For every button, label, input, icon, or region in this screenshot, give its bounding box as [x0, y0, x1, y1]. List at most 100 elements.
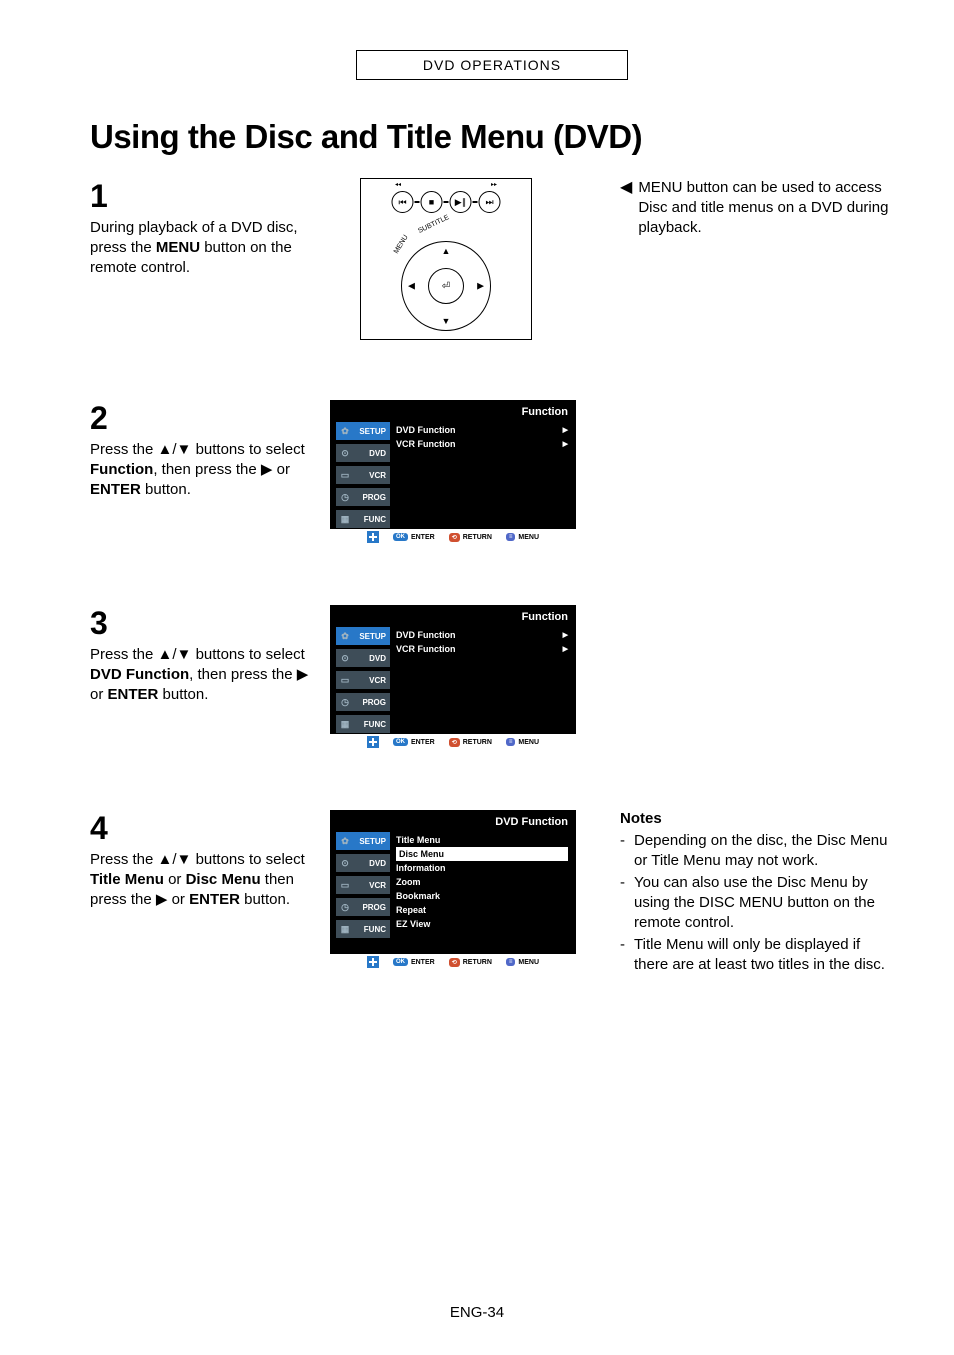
osd-tab-vcr[interactable]: ▭VCR [336, 466, 390, 484]
remote-enter-button[interactable]: ⏎ [428, 268, 464, 304]
step-2-instruction: Press the ▲/▼ buttons to select Function… [90, 440, 310, 499]
osd-tab-dvd[interactable]: ⊙DVD [336, 649, 390, 667]
clock-icon: ◷ [339, 901, 351, 913]
osd-row-disc-menu[interactable]: Disc Menu [396, 847, 568, 861]
chevron-right-icon: ▶ [563, 440, 568, 448]
section-header-text: DVD OPERATIONS [423, 57, 561, 73]
osd-tab-func[interactable]: ▦FUNC [336, 920, 390, 938]
remote-down-icon: ▼ [442, 316, 451, 326]
step-2-row: 2 Press the ▲/▼ buttons to select Functi… [90, 400, 894, 545]
notes-block: Notes Depending on the disc, the Disc Me… [620, 810, 894, 975]
gear-icon: ✿ [339, 425, 351, 437]
osd-sidebar: ✿SETUP ⊙DVD ▭VCR ◷PROG ▦FUNC [336, 422, 390, 532]
osd-body: DVD Function▶ VCR Function▶ [396, 628, 568, 656]
osd-row-information[interactable]: Information [396, 861, 568, 875]
step-4-row: 4 Press the ▲/▼ buttons to select Title … [90, 810, 894, 977]
osd-tab-vcr[interactable]: ▭VCR [336, 671, 390, 689]
osd-step-4: DVD Function ✿SETUP ⊙DVD ▭VCR ◷PROG ▦FUN… [330, 810, 576, 970]
osd-title: DVD Function [495, 816, 568, 828]
step-2-number: 2 [90, 400, 310, 437]
osd-row-dvd-function[interactable]: DVD Function▶ [396, 423, 568, 437]
osd-tab-setup[interactable]: ✿SETUP [336, 832, 390, 850]
step-4-number: 4 [90, 810, 310, 847]
osd-footer: OKENTER ⟲RETURN ≡MENU [330, 734, 576, 750]
osd-body: DVD Function▶ VCR Function▶ [396, 423, 568, 451]
remote-fwd-icon: ▸▸ [491, 181, 497, 188]
step-1-menu-bold: MENU [156, 239, 200, 256]
osd-row-title-menu[interactable]: Title Menu [396, 833, 568, 847]
step-1-row: 1 During playback of a DVD disc, press t… [90, 178, 894, 340]
remote-skip-back-button[interactable]: ⏮ [392, 191, 414, 213]
remote-pad-illustration: ◂◂ ▸▸ ⏮ ■ ▶∥ ⏭ SUBTITLE MENU ▲ ▼ ◀ ▶ [360, 178, 532, 340]
osd-tab-dvd[interactable]: ⊙DVD [336, 444, 390, 462]
notes-heading: Notes [620, 810, 894, 827]
enter-pill-icon: OK [393, 738, 408, 746]
osd-footer: OKENTER ⟲RETURN ≡MENU [330, 529, 576, 545]
step-1-instruction: During playback of a DVD disc, press the… [90, 218, 310, 277]
osd-body: Title Menu Disc Menu Information Zoom Bo… [396, 833, 568, 931]
step-1-tip-col: ◀ MENU button can be used to access Disc… [610, 178, 894, 340]
page-title: Using the Disc and Title Menu (DVD) [90, 118, 894, 156]
osd-row-ezview[interactable]: EZ View [396, 917, 568, 931]
tip-block: ◀ MENU button can be used to access Disc… [620, 178, 894, 237]
osd-tab-prog[interactable]: ◷PROG [336, 693, 390, 711]
page-number: ENG-34 [450, 1304, 504, 1321]
chevron-right-icon: ▶ [563, 426, 568, 434]
clock-icon: ◷ [339, 696, 351, 708]
step-4-osd-col: DVD Function ✿SETUP ⊙DVD ▭VCR ◷PROG ▦FUN… [330, 810, 590, 977]
notes-col: Notes Depending on the disc, the Disc Me… [610, 810, 894, 977]
remote-up-icon: ▲ [442, 246, 451, 256]
page-root: DVD OPERATIONS Using the Disc and Title … [0, 0, 954, 1355]
osd-row-vcr-function[interactable]: VCR Function▶ [396, 642, 568, 656]
osd-tab-setup[interactable]: ✿SETUP [336, 422, 390, 440]
osd-row-vcr-function[interactable]: VCR Function▶ [396, 437, 568, 451]
step-2-osd-col: Function ✿SETUP ⊙DVD ▭VCR ◷PROG ▦FUNC DV… [330, 400, 590, 545]
menu-pill-icon: ≡ [506, 738, 516, 746]
osd-tab-func[interactable]: ▦FUNC [336, 715, 390, 733]
osd-row-repeat[interactable]: Repeat [396, 903, 568, 917]
remote-skip-fwd-button[interactable]: ⏭ [479, 191, 501, 213]
osd-row-dvd-function[interactable]: DVD Function▶ [396, 628, 568, 642]
return-pill-icon: ⟲ [449, 533, 460, 542]
osd-tab-prog[interactable]: ◷PROG [336, 488, 390, 506]
menu-pill-icon: ≡ [506, 958, 516, 966]
remote-dpad[interactable]: ▲ ▼ ◀ ▶ ⏎ [401, 241, 491, 331]
remote-menu-label: MENU [393, 234, 410, 255]
vcr-icon: ▭ [339, 674, 351, 686]
step-1-number: 1 [90, 178, 310, 215]
vcr-icon: ▭ [339, 879, 351, 891]
osd-row-bookmark[interactable]: Bookmark [396, 889, 568, 903]
remote-right-icon: ▶ [477, 281, 484, 292]
osd-tab-setup[interactable]: ✿SETUP [336, 627, 390, 645]
osd-tab-vcr[interactable]: ▭VCR [336, 876, 390, 894]
gear-icon: ✿ [339, 630, 351, 642]
disc-icon: ⊙ [339, 652, 351, 664]
osd-row-zoom[interactable]: Zoom [396, 875, 568, 889]
grid-icon: ▦ [339, 718, 351, 730]
step-4-text-col: 4 Press the ▲/▼ buttons to select Title … [90, 810, 310, 977]
step-2-text-col: 2 Press the ▲/▼ buttons to select Functi… [90, 400, 310, 545]
tip-arrow-icon: ◀ [620, 180, 632, 237]
vcr-icon: ▭ [339, 469, 351, 481]
move-icon [367, 956, 379, 968]
osd-footer: OKENTER ⟲RETURN ≡MENU [330, 954, 576, 970]
remote-play-pause-button[interactable]: ▶∥ [450, 191, 472, 213]
remote-stop-button[interactable]: ■ [421, 191, 443, 213]
return-pill-icon: ⟲ [449, 958, 460, 967]
section-header: DVD OPERATIONS [356, 50, 628, 80]
move-icon [367, 736, 379, 748]
osd-tab-func[interactable]: ▦FUNC [336, 510, 390, 528]
disc-icon: ⊙ [339, 447, 351, 459]
osd-tab-prog[interactable]: ◷PROG [336, 898, 390, 916]
remote-left-icon: ◀ [408, 281, 415, 292]
tip-text: MENU button can be used to access Disc a… [638, 178, 894, 237]
step-3-osd-col: Function ✿SETUP ⊙DVD ▭VCR ◷PROG ▦FUNC DV… [330, 605, 590, 750]
remote-rev-icon: ◂◂ [395, 181, 401, 188]
osd-tab-dvd[interactable]: ⊙DVD [336, 854, 390, 872]
disc-icon: ⊙ [339, 857, 351, 869]
gear-icon: ✿ [339, 835, 351, 847]
chevron-right-icon: ▶ [563, 645, 568, 653]
remote-subtitle-label: SUBTITLE [417, 214, 450, 235]
step-3-text-col: 3 Press the ▲/▼ buttons to select DVD Fu… [90, 605, 310, 750]
step-3-instruction: Press the ▲/▼ buttons to select DVD Func… [90, 645, 310, 704]
